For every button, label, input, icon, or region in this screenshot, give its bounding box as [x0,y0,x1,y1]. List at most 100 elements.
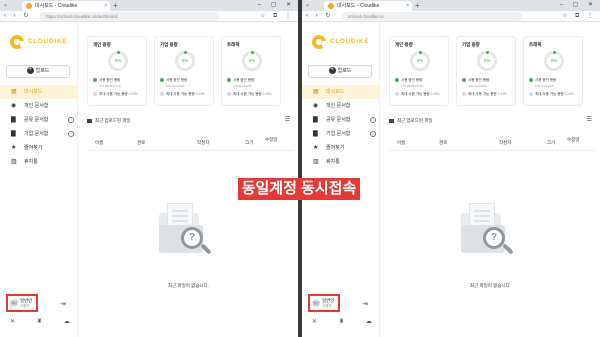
url-field[interactable]: https://vcloud.cloudike.io/dashboard [40,12,220,21]
used-legend: 사용 중인 용량 [462,78,489,83]
user-profile[interactable]: 일반 일반인 사용자 [6,294,38,312]
upload-button[interactable]: + 업로드 [308,65,372,78]
folder-icon: ▇ [313,131,318,137]
user-role: 사용자 [322,304,332,308]
sidebar-item-dashboard[interactable]: ▦ 대시보드 [0,85,78,99]
max-value: 10GB [262,92,272,96]
max-dot-icon [462,92,466,97]
max-legend: 최대 사용 가능 용량10GB [462,92,507,97]
browser-tab[interactable]: 대시보드 - Cloudike × [22,1,110,11]
max-value: 10GB [128,92,138,96]
url-field[interactable]: vcloud.cloudike.io [342,12,522,21]
nav-buttons[interactable]: ‹ › ↻ [4,11,31,22]
address-bar: ‹ › ↻ https://vcloud.cloudike.io/dashboa… [0,11,298,22]
address-bar: ‹ › ↻ vcloud.cloudike.io ☆ ⧉ ⋮ [302,11,600,22]
star-icon: ★ [313,145,319,151]
storage-cards: 개인 용량 0% 사용 중인 용량 176.98KB/10GB 최대 사용 가능… [389,36,596,106]
new-tab-button[interactable]: + [415,0,420,11]
column-author[interactable]: 작성자 [499,140,511,146]
usage-ring: 0% [242,51,262,71]
logo-text: CLOUDIKE [330,39,370,45]
nav-buttons[interactable]: ‹ › ↻ [306,11,333,22]
window-controls[interactable]: – ▢ ✕ [258,0,295,11]
card-personal-storage: 개인 용량 0% 사용 중인 용량 176.98KB/10GB 최대 사용 가능… [87,36,147,106]
used-legend: 사용 중인 용량 [227,78,254,83]
browser-actions[interactable]: ☆ ⧉ ⋮ [260,11,294,22]
sidebar-item-personal-docs[interactable]: ◉ 개인 문서함 [0,99,78,113]
logout-icon[interactable]: ⇥ [362,300,368,308]
max-label: 최대 사용 가능 용량 [468,92,497,96]
logout-icon[interactable]: ⇥ [60,300,66,308]
tab-menu-icon[interactable]: ⌄ [3,0,8,11]
max-label: 최대 사용 가능 용량 [166,92,195,96]
max-legend: 최대 사용 가능 용량10GB [160,92,205,97]
tab-close-icon[interactable]: × [104,1,107,11]
sidebar-item-label: 대시보드 [24,89,43,95]
sidebar-item-favorites[interactable]: ★ 즐겨찾기 [302,141,380,155]
window-controls[interactable]: – ▢ ✕ [560,0,597,11]
dashboard-icon: ▦ [11,89,17,95]
section-title: 최근 업로드된 파일 [95,118,131,123]
plus-icon: + [26,67,34,75]
view-toggle-icon[interactable]: ☰ [587,116,592,123]
sidebar-item-dashboard[interactable]: ▦ 대시보드 [302,85,380,99]
used-value: 0 Bytes/10GB [468,84,487,88]
column-name[interactable]: 이름 [397,140,405,146]
used-dot-icon [160,78,164,83]
usage-ring: 0% [410,51,430,71]
column-author[interactable]: 작성자 [197,140,209,146]
column-modified[interactable]: 수정일 [265,137,277,142]
used-value: 0 Bytes/10GB [233,84,252,88]
browser-actions[interactable]: ☆ ⧉ ⋮ [562,11,596,22]
column-path[interactable]: 경로 [439,140,447,146]
sidebar-item-favorites[interactable]: ★ 즐겨찾기 [0,141,78,155]
usage-percent: 0% [248,58,256,63]
sidebar-item-personal-docs[interactable]: ◉ 개인 문서함 [302,99,380,113]
avatar: 일반 [312,299,320,307]
sidebar-item-label: 기업 문서함 [326,131,351,137]
favicon-icon [26,3,32,9]
sidebar-item-company-docs[interactable]: ▇ 기업 문서함 i [0,127,78,141]
used-label: 사용 중인 용량 [233,78,255,82]
column-modified[interactable]: 수정일 [567,137,579,142]
card-company-storage: 기업 용량 0% 사용 중인 용량 0 Bytes/10GB 최대 사용 가능 … [456,36,516,106]
max-legend: 최대 사용 가능 용량10GB [227,92,272,97]
card-title: 트래픽 [227,42,240,47]
column-size[interactable]: 크기 [547,140,555,146]
star-icon: ★ [11,145,17,151]
personal-docs-icon: ◉ [313,103,319,109]
sidebar: CLOUDIKE + 업로드 ▦ 대시보드 ◉ 개인 문서함 ▇ 공유 문서함 i [0,23,97,337]
info-icon[interactable]: i [370,131,376,137]
usage-ring: 0% [477,51,497,71]
sidebar-item-trash[interactable]: ▥ 휴지통 [302,155,380,169]
info-icon[interactable]: i [370,117,376,123]
column-name[interactable]: 이름 [95,140,103,146]
max-label: 최대 사용 가능 용량 [99,92,128,96]
table-header: 이름 경로 작성자 크기 수정일 [87,135,294,151]
user-profile[interactable]: 일반 일반인 사용자 [308,294,340,312]
column-size[interactable]: 크기 [245,140,253,146]
list-icon [87,118,92,123]
used-value: 176.98KB/10GB [99,84,121,88]
tab-menu-icon[interactable]: ⌄ [305,0,310,11]
new-tab-button[interactable]: + [113,0,118,11]
used-dot-icon [395,78,399,83]
info-icon[interactable]: i [68,131,74,137]
folder-icon: ▇ [313,117,318,123]
info-icon[interactable]: i [68,117,74,123]
tab-close-icon[interactable]: × [406,1,409,11]
recent-files-heading: 최근 업로드된 파일 [389,118,433,124]
sidebar-item-company-docs[interactable]: ▇ 기업 문서함 i [302,127,380,141]
used-dot-icon [93,78,97,83]
sidebar-item-shared-docs[interactable]: ▇ 공유 문서함 i [302,113,380,127]
sidebar-item-trash[interactable]: ▥ 휴지통 [0,155,78,169]
sidebar-item-shared-docs[interactable]: ▇ 공유 문서함 i [0,113,78,127]
sidebar-item-label: 대시보드 [326,89,345,95]
upload-button[interactable]: + 업로드 [6,65,70,78]
browser-tab[interactable]: 대시보드 - Cloudike × [324,1,412,11]
max-dot-icon [93,92,97,97]
usage-percent: 0% [181,58,189,63]
view-toggle-icon[interactable]: ☰ [285,116,290,123]
tab-bar: ⌄ 대시보드 - Cloudike × + – ▢ ✕ [302,0,600,11]
column-path[interactable]: 경로 [137,140,145,146]
